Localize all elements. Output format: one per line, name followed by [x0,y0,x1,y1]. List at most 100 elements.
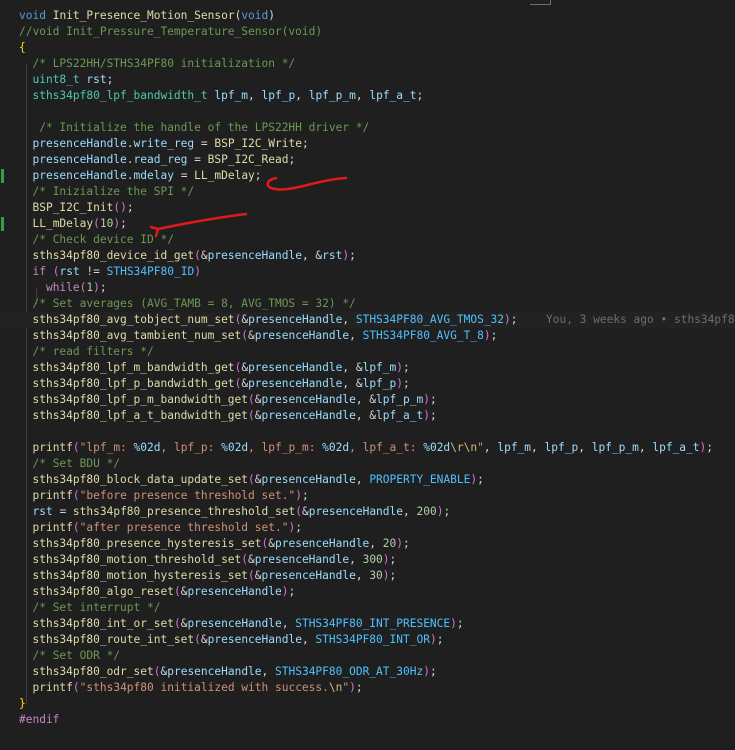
code-line[interactable]: sths34pf80_presence_hysteresis_set(&pres… [0,536,735,552]
code-line[interactable]: sths34pf80_block_data_update_set(&presen… [0,472,735,488]
code-line[interactable]: sths34pf80_int_or_set(&presenceHandle, S… [0,616,735,632]
code-line[interactable]: sths34pf80_avg_tobject_num_set(&presence… [0,312,735,328]
code-text: { [19,40,26,56]
code-line[interactable]: sths34pf80_motion_threshold_set(&presenc… [0,552,735,568]
code-token: ( [93,217,100,230]
code-token: ; [510,313,518,326]
code-text: rst = sths34pf80_presence_threshold_set(… [19,504,450,520]
code-token: BSP_I2C_Read [207,153,289,166]
code-line[interactable]: { [0,40,735,56]
code-text: } [19,696,26,712]
code-token: ; [106,73,114,86]
code-token: , [638,441,653,454]
code-line[interactable]: /* Set interrupt */ [0,600,735,616]
code-line[interactable]: if (rst != STHS34PF80_ID) [0,264,735,280]
code-line[interactable]: printf("lpf_m: %02d, lpf_p: %02d, lpf_p_… [0,440,735,456]
code-token: ; [295,521,302,534]
code-line[interactable]: while(1); [0,280,735,296]
code-token: Init_Presence_Motion_Sensor [52,9,235,22]
code-line[interactable]: /* read filters */ [0,344,735,360]
code-token: , lpf_a_t: [349,441,424,454]
code-text: sths34pf80_device_id_get(&presenceHandle… [19,248,355,264]
code-token: presenceHandle [261,393,356,406]
code-token: & [254,409,262,422]
code-token: #endif [19,713,60,726]
code-line[interactable] [0,104,735,120]
code-line[interactable]: /* Set BDU */ [0,456,735,472]
code-line[interactable]: /* LPS22HH/STHS34PF80 initialization */ [0,56,735,72]
code-line[interactable]: uint8_t rst; [0,72,735,88]
code-token: /* Check device ID */ [32,233,174,246]
code-token: , & [355,409,377,422]
gutter-modified-marker [1,169,4,183]
code-line[interactable]: printf("after presence threshold set."); [0,520,735,536]
code-token: ) [268,9,276,22]
code-text: LL_mDelay(10); [19,216,126,232]
code-token: \r\n [450,441,478,454]
code-line[interactable]: /* Inizialize the SPI */ [0,184,735,200]
code-line[interactable]: LL_mDelay(10); [0,216,735,232]
code-line[interactable]: sths34pf80_lpf_p_bandwidth_get(&presence… [0,376,735,392]
code-token: lpf_p_m [591,441,639,454]
code-line[interactable]: presenceHandle.mdelay = LL_mDelay; [0,168,735,184]
code-line[interactable]: /* Initialize the handle of the LPS22HH … [0,120,735,136]
code-line[interactable]: sths34pf80_device_id_get(&presenceHandle… [0,248,735,264]
code-token: ) [382,569,390,582]
code-token: presenceHandle [308,505,403,518]
code-line[interactable]: } [0,696,735,712]
code-token: presenceHandle [207,249,302,262]
code-token: sths34pf80_motion_threshold_set [32,553,242,566]
code-line[interactable]: sths34pf80_route_int_set(&presenceHandle… [0,632,735,648]
code-line[interactable]: sths34pf80_odr_set(&presenceHandle, STHS… [0,664,735,680]
code-line[interactable]: printf("sths34pf80 initialized with succ… [0,680,735,696]
code-line[interactable]: printf("before presence threshold set.")… [0,488,735,504]
code-text: sths34pf80_route_int_set(&presenceHandle… [19,632,443,648]
code-line[interactable]: sths34pf80_lpf_bandwidth_t lpf_m, lpf_p,… [0,88,735,104]
code-line[interactable]: sths34pf80_avg_tambient_num_set(&presenc… [0,328,735,344]
code-token: } [19,697,26,710]
git-blame-annotation: You, 3 weeks ago • sths34pf80 [546,313,735,326]
code-token: , [355,89,370,102]
code-line[interactable]: //void Init_Pressure_Temperature_Sensor(… [0,24,735,40]
code-line[interactable] [0,424,735,440]
code-token: ( [72,681,80,694]
code-token: = [173,169,195,182]
code-line[interactable]: sths34pf80_motion_hysteresis_set(&presen… [0,568,735,584]
code-token: ( [295,505,302,518]
code-line[interactable]: /* Set ODR */ [0,648,735,664]
code-line[interactable]: sths34pf80_lpf_p_m_bandwidth_get(&presen… [0,392,735,408]
code-token: ; [429,665,437,678]
code-line[interactable]: presenceHandle.read_reg = BSP_I2C_Read; [0,152,735,168]
code-text: printf("sths34pf80 initialized with succ… [19,680,362,696]
code-token: presenceHandle [187,617,282,630]
code-token: ( [248,409,255,422]
code-line[interactable]: void Init_Presence_Motion_Sensor(void) [0,8,735,24]
code-token: , [248,89,262,102]
code-token: presenceHandle [248,377,343,390]
code-line[interactable]: sths34pf80_algo_reset(&presenceHandle); [0,584,735,600]
code-line[interactable]: /* Check device ID */ [0,232,735,248]
code-line[interactable]: /* Set averages (AVG_TAMB = 8, AVG_TMOS … [0,296,735,312]
code-token: , [295,89,309,102]
code-token: sths34pf80_lpf_a_t_bandwidth_get [32,409,249,422]
code-line[interactable]: #endif [0,712,735,728]
code-line[interactable]: presenceHandle.write_reg = BSP_I2C_Write… [0,136,735,152]
code-token: sths34pf80_presence_threshold_set [72,505,296,518]
code-line[interactable]: sths34pf80_lpf_m_bandwidth_get(&presence… [0,360,735,376]
code-line[interactable]: BSP_I2C_Init(); [0,200,735,216]
code-editor[interactable]: void Init_Presence_Motion_Sensor(void)//… [0,0,735,750]
code-token: ( [194,633,201,646]
code-line[interactable]: rst = sths34pf80_presence_threshold_set(… [0,504,735,520]
code-token: ) [450,617,457,630]
code-line[interactable]: sths34pf80_lpf_a_t_bandwidth_get(&presen… [0,408,735,424]
code-token: ; [99,281,107,294]
code-token: ) [120,201,127,214]
code-token: ; [126,201,134,214]
code-token: printf [32,521,73,534]
code-token: while [45,281,80,294]
